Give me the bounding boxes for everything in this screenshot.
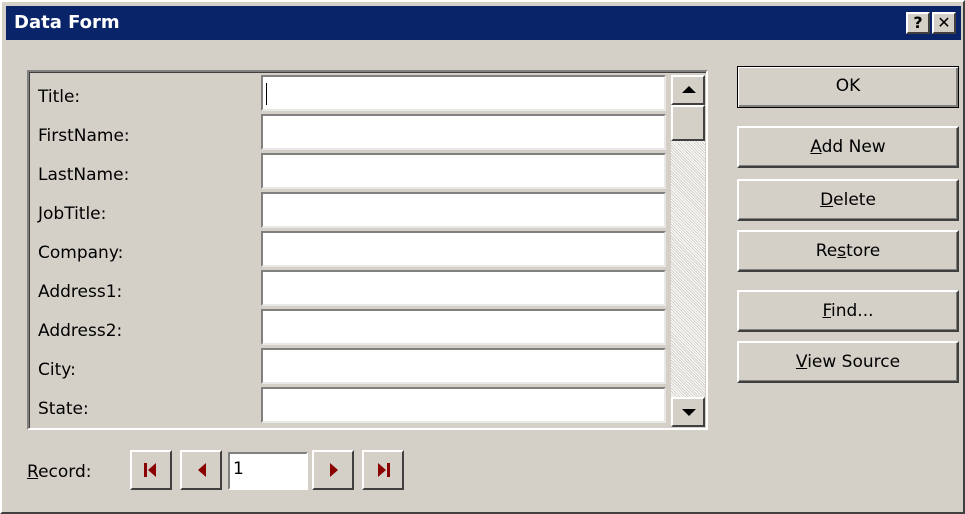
view-source-button[interactable]: View Source (737, 341, 959, 383)
field-label-address2: Address2: (38, 321, 123, 341)
field-label-address1: Address1: (38, 282, 123, 302)
scroll-thumb[interactable] (671, 105, 705, 141)
window-title: Data Form (14, 12, 120, 33)
title-bar[interactable]: Data Form ? ✕ (6, 6, 961, 40)
field-label-lastname: LastName: (38, 165, 130, 185)
field-input-lastname[interactable] (261, 153, 666, 189)
add-new-accel: A (810, 137, 822, 157)
delete-accel: D (820, 190, 834, 210)
add-new-label-post: dd New (821, 137, 886, 157)
close-button[interactable]: ✕ (932, 12, 956, 34)
fields-list: Title: FirstName: LastName: JobTitle: Co… (29, 72, 706, 428)
find-accel: F (822, 301, 832, 321)
field-input-title[interactable] (261, 75, 666, 111)
field-label-state: State: (38, 399, 89, 419)
record-number-input[interactable]: 1 (228, 452, 308, 490)
field-input-address2[interactable] (261, 309, 666, 345)
delete-button[interactable]: Delete (737, 179, 959, 221)
field-input-firstname[interactable] (261, 114, 666, 150)
vertical-scrollbar[interactable] (671, 75, 705, 427)
last-record-button[interactable] (362, 450, 404, 490)
view-source-label-post: iew Source (807, 352, 901, 372)
text-caret (266, 83, 267, 105)
previous-record-button[interactable] (180, 450, 222, 490)
record-label-accel: R (27, 462, 39, 482)
field-label-company: Company: (38, 243, 124, 263)
record-label: Record: (27, 462, 91, 482)
restore-label-post: tore (846, 241, 881, 261)
help-button[interactable]: ? (906, 12, 930, 34)
next-record-icon (330, 463, 338, 477)
field-input-company[interactable] (261, 231, 666, 267)
previous-record-icon (198, 463, 206, 477)
field-input-jobtitle[interactable] (261, 192, 666, 228)
first-record-button[interactable] (130, 450, 172, 490)
scroll-up-button[interactable] (671, 75, 705, 105)
data-form-window: Data Form ? ✕ Title: FirstName: LastName… (0, 0, 965, 514)
record-label-rest: ecord: (38, 462, 92, 482)
field-input-state[interactable] (261, 387, 666, 423)
find-button[interactable]: Find... (737, 290, 959, 332)
field-input-address1[interactable] (261, 270, 666, 306)
field-label-jobtitle: JobTitle: (38, 204, 107, 224)
fields-panel: Title: FirstName: LastName: JobTitle: Co… (27, 70, 708, 430)
view-source-accel: V (795, 352, 808, 372)
field-label-city: City: (38, 360, 76, 380)
down-arrow-icon (682, 409, 696, 416)
ok-button[interactable]: OK (737, 66, 959, 108)
restore-accel: s (837, 241, 847, 261)
restore-button[interactable]: Restore (737, 230, 959, 272)
restore-label-pre: Re (815, 241, 838, 261)
field-label-title: Title: (38, 87, 81, 107)
find-label-post: ind... (831, 301, 874, 321)
field-label-firstname: FirstName: (38, 126, 130, 146)
field-input-city[interactable] (261, 348, 666, 384)
delete-label-post: elete (833, 190, 876, 210)
scroll-down-button[interactable] (671, 397, 705, 427)
add-new-button[interactable]: Add New (737, 126, 959, 168)
up-arrow-icon (682, 86, 696, 93)
next-record-button[interactable] (312, 450, 354, 490)
